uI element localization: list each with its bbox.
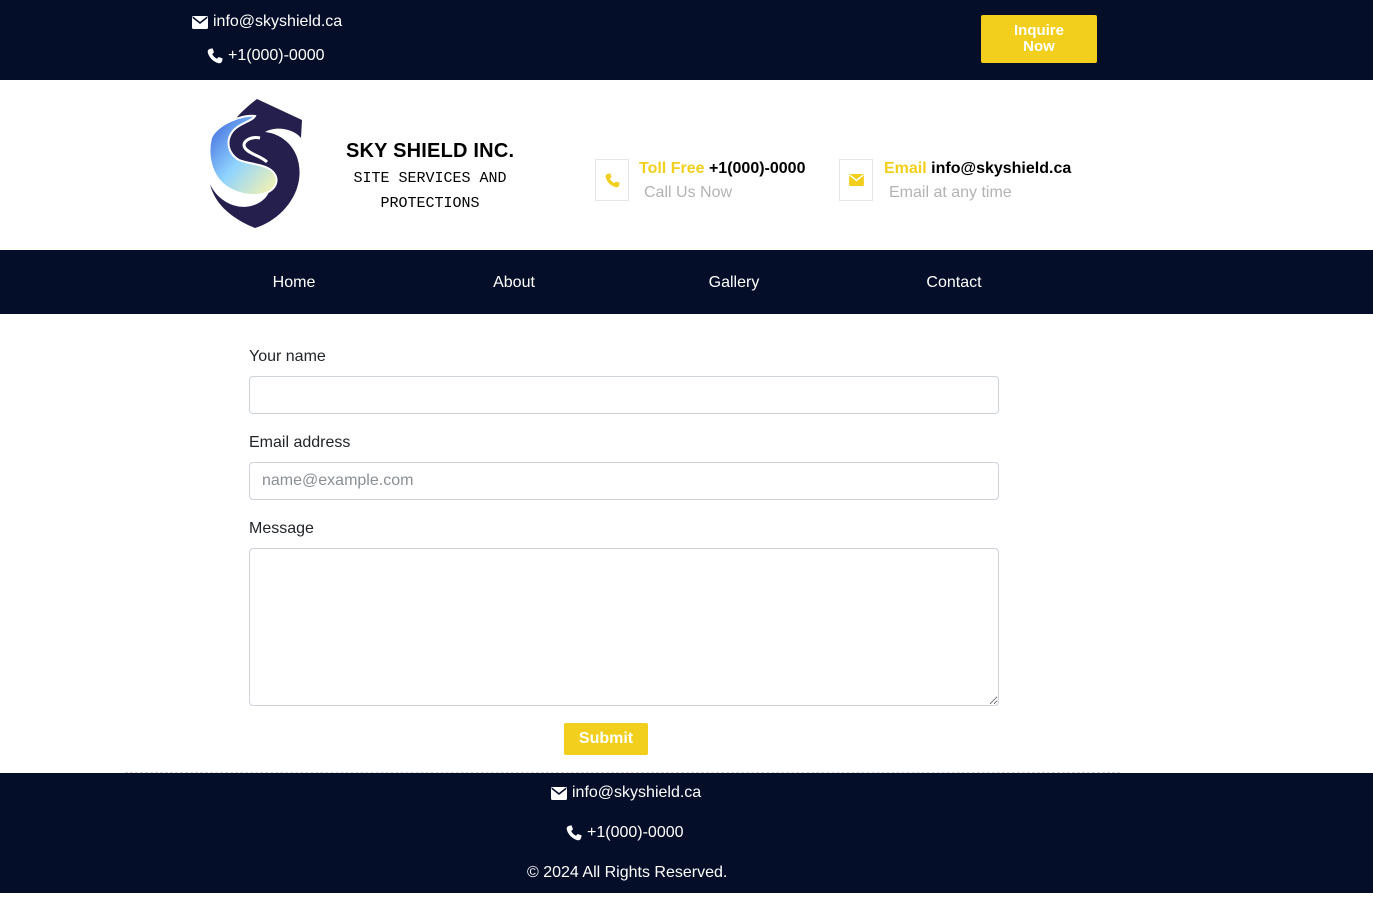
inquire-now-button[interactable]: Inquire Now bbox=[981, 15, 1097, 63]
topbar-email-text: info@skyshield.ca bbox=[213, 13, 343, 30]
phone-icon-box bbox=[595, 159, 629, 201]
footer-email-text: info@skyshield.ca bbox=[572, 784, 702, 801]
envelope-icon bbox=[192, 15, 208, 29]
site-header: SKY SHIELD INC. SITE SERVICES AND PROTEC… bbox=[0, 80, 1373, 250]
nav-item-about[interactable]: About bbox=[454, 250, 574, 314]
main-nav: Home About Gallery Contact bbox=[0, 250, 1373, 314]
email-input[interactable] bbox=[249, 462, 999, 500]
nav-item-gallery[interactable]: Gallery bbox=[674, 250, 794, 314]
email-any-time-text: Email at any time bbox=[889, 184, 1012, 201]
email-line: Email info@skyshield.ca bbox=[884, 160, 1071, 178]
message-textarea[interactable] bbox=[249, 548, 999, 706]
envelope-icon bbox=[551, 786, 567, 800]
top-bar: info@skyshield.ca +1(000)-0000 Inquire N… bbox=[0, 0, 1373, 80]
email-label: Email address bbox=[249, 434, 351, 451]
email-address[interactable]: info@skyshield.ca bbox=[931, 160, 1071, 177]
call-us-now-text: Call Us Now bbox=[644, 184, 733, 201]
toll-free-label: Toll Free bbox=[639, 160, 705, 177]
site-footer: info@skyshield.ca +1(000)-0000 © 2024 Al… bbox=[0, 773, 1373, 893]
topbar-email[interactable]: info@skyshield.ca bbox=[192, 13, 342, 31]
message-label: Message bbox=[249, 520, 314, 537]
copyright-text: © 2024 All Rights Reserved. bbox=[527, 864, 728, 881]
email-label: Email bbox=[884, 160, 927, 177]
inquire-now-label: Inquire Now bbox=[1013, 22, 1064, 55]
name-input[interactable] bbox=[249, 376, 999, 414]
phone-icon bbox=[566, 825, 582, 841]
footer-email[interactable]: info@skyshield.ca bbox=[551, 784, 701, 802]
topbar-phone-text: +1(000)-0000 bbox=[228, 47, 325, 64]
footer-phone-text: +1(000)-0000 bbox=[587, 824, 684, 841]
brand-subtitle: SITE SERVICES AND PROTECTIONS bbox=[353, 170, 507, 212]
toll-free-line: Toll Free +1(000)-0000 bbox=[639, 160, 805, 178]
envelope-icon bbox=[848, 174, 864, 186]
phone-icon bbox=[605, 172, 620, 188]
submit-button[interactable]: Submit bbox=[564, 723, 648, 755]
mail-icon-box bbox=[839, 159, 873, 201]
brand-title: SKY SHIELD INC. bbox=[346, 140, 515, 162]
toll-free-number[interactable]: +1(000)-0000 bbox=[709, 160, 806, 177]
phone-icon bbox=[207, 48, 223, 64]
nav-item-contact[interactable]: Contact bbox=[894, 250, 1014, 314]
footer-phone[interactable]: +1(000)-0000 bbox=[566, 824, 684, 842]
shield-logo[interactable] bbox=[205, 98, 305, 230]
name-label: Your name bbox=[249, 348, 326, 365]
nav-item-home[interactable]: Home bbox=[234, 250, 354, 314]
topbar-phone[interactable]: +1(000)-0000 bbox=[207, 47, 325, 65]
